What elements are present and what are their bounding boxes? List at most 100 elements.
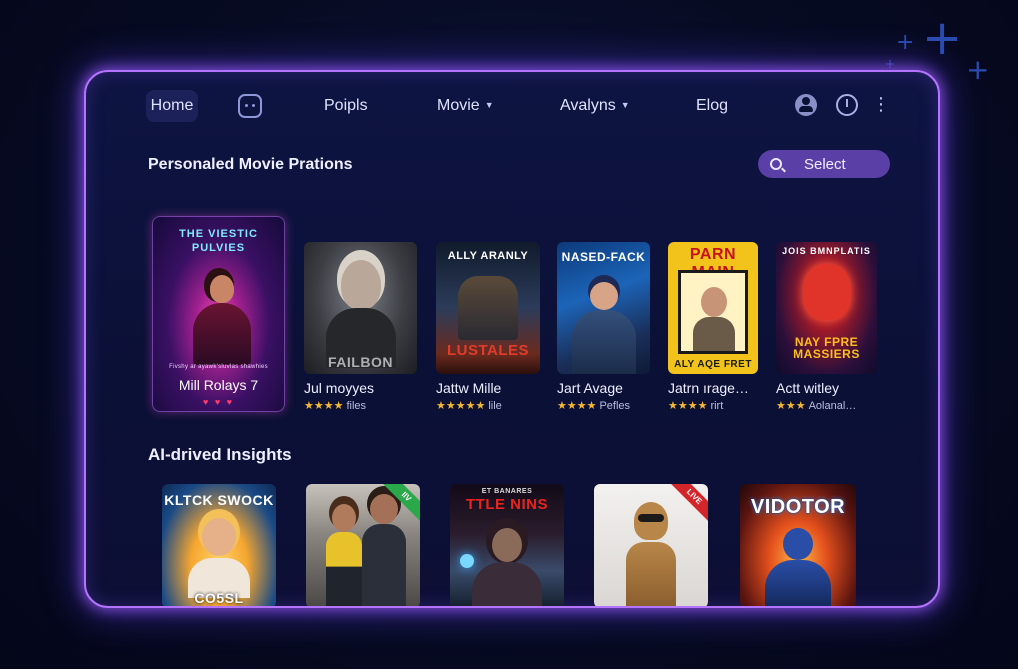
featured-tagline: Fivshy ar ayawk'sluvlas shawhies: [169, 364, 268, 370]
movie-title: Jul moyyes: [304, 380, 375, 396]
star-rating-icon: ★★★★: [668, 400, 708, 412]
profile-icon[interactable]: [795, 94, 817, 116]
sparkle-decoration: +: [922, 10, 963, 66]
featured-poster-title: THE VIESTIC PULVIES: [153, 227, 284, 255]
movie-rating: ★★★★ rirt: [668, 399, 723, 412]
poster-title: CO5SL: [194, 590, 244, 606]
movie-card[interactable]: PARN MAIN ALY AQE FRET Jatrn ırage… ★★★★…: [668, 242, 758, 412]
nav-item-2[interactable]: Poipls: [324, 97, 368, 115]
poster-title: ALY AQE FRET: [674, 359, 752, 370]
movie-rating: ★★★ Aolanal…: [776, 399, 856, 412]
poster-figure: [802, 264, 851, 320]
insight-movie-card[interactable]: LIVE: [594, 484, 708, 606]
section-title-personalized: Personaled Movie Prations: [148, 156, 353, 173]
poster-figure: [589, 282, 618, 310]
insight-movie-card[interactable]: ET BANARES TTLE NINS: [450, 484, 564, 606]
poster-title: LUSTALES: [446, 342, 530, 359]
search-icon: [770, 158, 782, 170]
movie-poster: KLTCK SWOCK CO5SL: [162, 484, 276, 606]
movie-title: Jart Avage: [557, 380, 623, 396]
rating-text: rirt: [710, 400, 724, 412]
poster-figure: [332, 504, 356, 532]
insight-movie-card[interactable]: IIV: [306, 484, 420, 606]
poster-figure: [701, 287, 727, 317]
movie-rating: ★★★★★ lile: [436, 399, 502, 412]
poster-title: TTLE NINS: [466, 496, 548, 513]
poster-figure: [202, 518, 236, 556]
poster-figure: [472, 562, 542, 606]
poster-glow: [460, 554, 474, 568]
movie-title: Jatrn ırage…: [668, 380, 749, 396]
movie-poster: ET BANARES TTLE NINS: [450, 484, 564, 606]
poster-figure: [193, 303, 251, 365]
poster-figure: [626, 542, 676, 606]
poster-figure: [362, 524, 406, 606]
movie-card[interactable]: NASED-FACK Jart Avage ★★★★ Pefles: [557, 242, 650, 412]
app-window: Home Poipls Movie ▼ Avalyns ▼ Elog ⋮ Perso…: [84, 70, 940, 608]
search-button[interactable]: Select: [758, 150, 890, 178]
nav-home[interactable]: Home: [146, 90, 198, 122]
movie-card[interactable]: JOIS BMNPLATIS NAY FPRE MASSIERS Actt wi…: [776, 242, 877, 412]
poster-figure: [492, 528, 522, 562]
section-title-insights: AI-drived Insights: [148, 445, 292, 464]
featured-poster-title-line2: PULVIES: [191, 242, 246, 254]
poster-title: FAILBON: [328, 354, 393, 370]
poster-figure: [571, 310, 636, 374]
poster-figure: [370, 494, 398, 524]
star-rating-icon: ★★★: [776, 400, 806, 412]
poster-title: NASED-FACK: [561, 250, 646, 264]
movie-poster: ALLY ARANLY LUSTALES: [436, 242, 540, 374]
clock-icon[interactable]: [836, 94, 858, 116]
poster-title: ALLY ARANLY: [447, 250, 529, 262]
rating-text: Aolanal…: [808, 400, 857, 412]
heart-icon: ♥ ♥ ♥: [202, 397, 235, 407]
nav-movie[interactable]: Movie ▼: [437, 97, 494, 115]
poster-figure: [638, 514, 664, 522]
featured-poster-title-line1: THE VIESTIC: [179, 228, 258, 240]
chevron-down-icon: ▼: [484, 100, 494, 110]
movie-poster: LIVE: [594, 484, 708, 606]
nav-item-5[interactable]: Elog: [696, 97, 728, 115]
movie-card[interactable]: ALLY ARANLY LUSTALES Jattw Mille ★★★★★ li…: [436, 242, 540, 412]
more-vertical-icon[interactable]: ⋮: [872, 94, 890, 116]
insight-movie-card[interactable]: VIDOTOR: [740, 484, 856, 606]
star-rating-icon: ★★★★★: [436, 400, 486, 412]
movie-rating: ★★★★ Pefles: [557, 399, 630, 412]
app-logo-icon[interactable]: [238, 94, 262, 118]
poster-figure: [693, 317, 735, 351]
poster-title: ET BANARES: [481, 488, 533, 495]
movie-poster: JOIS BMNPLATIS NAY FPRE MASSIERS: [776, 242, 877, 374]
movie-poster: NASED-FACK: [557, 242, 650, 374]
sparkle-decoration: +: [966, 53, 990, 86]
movie-poster: IIV: [306, 484, 420, 606]
movie-title: Actt witley: [776, 380, 840, 396]
sparkle-decoration: +: [896, 30, 915, 55]
movie-poster: PARN MAIN ALY AQE FRET: [668, 242, 758, 374]
poster-figure: [210, 275, 234, 303]
featured-movie-card[interactable]: THE VIESTIC PULVIES Fivshy ar ayawk'sluv…: [152, 216, 285, 412]
nav-item-4[interactable]: Avalyns ▼: [560, 97, 630, 115]
star-rating-icon: ★★★★: [304, 400, 344, 412]
featured-title: Mill Rolays 7: [178, 377, 259, 393]
insight-movie-card[interactable]: KLTCK SWOCK CO5SL: [162, 484, 276, 606]
nav-item-4-label: Avalyns: [560, 97, 616, 114]
poster-figure: [326, 532, 362, 606]
poster-title: JOIS BMNPLATIS: [782, 246, 871, 256]
poster-title: NAY FPRE MASSIERS: [793, 335, 860, 361]
rating-text: Pefles: [599, 400, 631, 412]
movie-card[interactable]: FAILBON Jul moyyes ★★★★ files: [304, 242, 417, 412]
chevron-down-icon: ▼: [620, 100, 630, 110]
poster-ribbon: LIVE: [669, 484, 708, 522]
star-rating-icon: ★★★★: [557, 400, 597, 412]
rating-text: lile: [488, 400, 502, 412]
movie-rating: ★★★★ files: [304, 399, 366, 412]
movie-poster: VIDOTOR: [740, 484, 856, 606]
poster-figure: [783, 528, 813, 560]
poster-figure: [458, 276, 518, 340]
nav-movie-label: Movie: [437, 97, 480, 114]
movie-poster: FAILBON: [304, 242, 417, 374]
rating-text: files: [346, 400, 367, 412]
poster-figure: [340, 260, 381, 310]
sparkle-decoration: +: [885, 57, 896, 71]
poster-figure: [765, 560, 831, 606]
